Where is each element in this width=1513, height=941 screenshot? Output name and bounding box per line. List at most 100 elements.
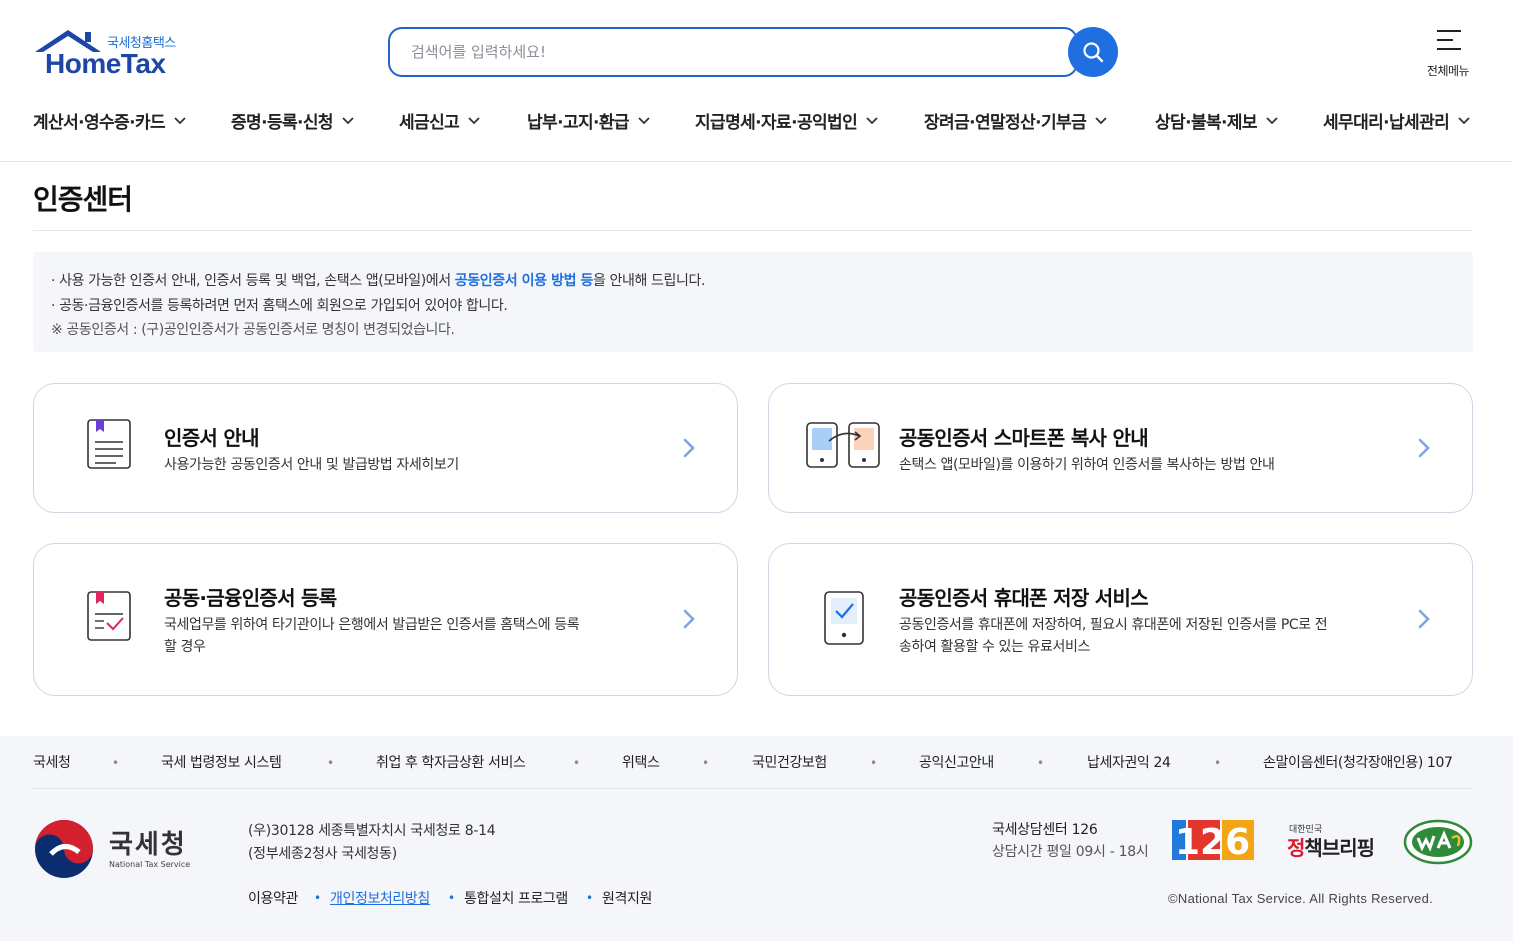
card-title: 공동·금융인증서 등록 bbox=[164, 586, 337, 610]
chevron-down-icon bbox=[1095, 116, 1107, 124]
site-header: 국세청홈택스 HomeTax 전체메뉴 계산서·영수증·카드 증명·등록·신청 … bbox=[0, 0, 1513, 162]
checklist-icon bbox=[87, 591, 131, 641]
all-menu-button[interactable]: 전체메뉴 bbox=[1420, 28, 1476, 80]
nav-label: 지급명세·자료·공익법인 bbox=[695, 113, 858, 133]
nts-english-name: National Tax Service bbox=[109, 860, 191, 869]
nav-item-certificate[interactable]: 증명·등록·신청 bbox=[231, 108, 354, 133]
search-button[interactable] bbox=[1068, 27, 1118, 77]
taegeuk-emblem-icon bbox=[35, 820, 93, 878]
nav-item-payment[interactable]: 납부·고지·환급 bbox=[527, 108, 650, 133]
consult-center-hours: 상담시간 평일 09시 - 18시 bbox=[992, 844, 1149, 860]
nav-label: 세금신고 bbox=[399, 113, 460, 133]
hometax-logo[interactable]: 국세청홈택스 HomeTax bbox=[33, 28, 183, 80]
phone-check-icon bbox=[824, 591, 864, 645]
notice-highlight: 공동인증서 이용 방법 등 bbox=[454, 273, 594, 289]
footer-link-nts[interactable]: 국세청 bbox=[33, 752, 71, 772]
footer-link-student-loan[interactable]: 취업 후 학자금상환 서비스 bbox=[376, 752, 526, 772]
separator-dot: • bbox=[586, 891, 594, 905]
nav-item-tax-report[interactable]: 세금신고 bbox=[399, 108, 480, 133]
nav-label: 장려금·연말정산·기부금 bbox=[924, 113, 1087, 133]
nav-label: 계산서·영수증·카드 bbox=[33, 113, 166, 133]
wa-mark-icon bbox=[1403, 819, 1473, 865]
privacy-policy-link[interactable]: 개인정보처리방침 bbox=[330, 888, 430, 908]
install-program-link[interactable]: 통합설치 프로그램 bbox=[464, 888, 568, 908]
logo-text: HomeTax bbox=[45, 48, 166, 79]
card-title: 공동인증서 휴대폰 저장 서비스 bbox=[899, 586, 1149, 610]
nav-item-statements[interactable]: 지급명세·자료·공익법인 bbox=[695, 108, 878, 133]
address-line-2: (정부세종2청사 국세청동) bbox=[248, 846, 397, 862]
notice-line-1: · 사용 가능한 인증서 안내, 인증서 등록 및 백업, 손택스 앱(모바일)… bbox=[51, 270, 705, 290]
separator-dot: • bbox=[702, 756, 710, 770]
search-icon bbox=[1083, 42, 1104, 63]
policy-briefing-rest: 책브리핑 bbox=[1304, 836, 1375, 860]
policy-briefing-red: 정 bbox=[1287, 836, 1305, 860]
notice-line-2: · 공동·금융인증서를 등록하려면 먼저 홈택스에 회원으로 가입되어 있어야 … bbox=[51, 298, 508, 314]
nav-item-invoice[interactable]: 계산서·영수증·카드 bbox=[33, 108, 186, 133]
footer-link-taxpayer-rights[interactable]: 납세자권익 24 bbox=[1087, 752, 1171, 772]
hamburger-icon bbox=[1437, 30, 1461, 50]
address: (우)30128 세종특별자치시 국세청로 8-14 (정부세종2청사 국세청동… bbox=[248, 820, 496, 866]
chevron-down-icon bbox=[468, 116, 480, 124]
chevron-right-icon bbox=[683, 609, 695, 629]
footer-link-law[interactable]: 국세 법령정보 시스템 bbox=[161, 752, 282, 772]
nav-item-agent[interactable]: 세무대리·납세관리 bbox=[1323, 108, 1470, 133]
footer-link-relay-center[interactable]: 손말이음센터(청각장애인용) 107 bbox=[1263, 752, 1453, 772]
footer-link-nhis[interactable]: 국민건강보험 bbox=[752, 752, 827, 772]
remote-support-link[interactable]: 원격지원 bbox=[602, 888, 652, 908]
policy-briefing-logo[interactable]: 대한민국 정책브리핑 bbox=[1287, 822, 1381, 862]
chevron-right-icon bbox=[683, 438, 695, 458]
separator-dot: • bbox=[1214, 756, 1222, 770]
call-126-logo: 126 bbox=[1172, 818, 1254, 863]
chevron-down-icon bbox=[342, 116, 354, 124]
page-title: 인증센터 bbox=[33, 183, 133, 216]
separator-dot: • bbox=[448, 891, 456, 905]
search-input[interactable] bbox=[390, 29, 1030, 75]
nav-label: 납부·고지·환급 bbox=[527, 113, 630, 133]
footer-divider bbox=[33, 788, 1473, 789]
separator-dot: • bbox=[112, 756, 120, 770]
chevron-down-icon bbox=[866, 116, 878, 124]
search-box bbox=[388, 27, 1078, 77]
separator-dot: • bbox=[1037, 756, 1045, 770]
nav-item-consult[interactable]: 상담·불복·제보 bbox=[1155, 108, 1278, 133]
consult-center: 국세상담센터 126 상담시간 평일 09시 - 18시 bbox=[992, 819, 1149, 863]
nav-item-incentive[interactable]: 장려금·연말정산·기부금 bbox=[924, 108, 1107, 133]
logo-126-icon: 126 bbox=[1172, 820, 1254, 863]
notice-box: · 사용 가능한 인증서 안내, 인증서 등록 및 백업, 손택스 앱(모바일)… bbox=[33, 252, 1473, 352]
card-title: 인증서 안내 bbox=[164, 426, 259, 450]
document-icon bbox=[87, 419, 131, 469]
phone-copy-icon bbox=[806, 422, 880, 468]
address-line-1: (우)30128 세종특별자치시 국세청로 8-14 bbox=[248, 823, 496, 839]
card-description: 손택스 앱(모바일)를 이용하기 위하여 인증서를 복사하는 방법 안내 bbox=[899, 457, 1275, 473]
separator-dot: • bbox=[573, 756, 581, 770]
nav-label: 증명·등록·신청 bbox=[231, 113, 334, 133]
notice-text: · 사용 가능한 인증서 안내, 인증서 등록 및 백업, 손택스 앱(모바일)… bbox=[51, 273, 455, 289]
chevron-down-icon bbox=[638, 116, 650, 124]
site-footer: 국세청 • 국세 법령정보 시스템 • 취업 후 학자금상환 서비스 • 위택스… bbox=[0, 736, 1513, 941]
footer-link-whistleblower[interactable]: 공익신고안내 bbox=[919, 752, 994, 772]
card-register-certificate[interactable]: 공동·금융인증서 등록 국세업무를 위하여 타기관이나 은행에서 발급받은 인증… bbox=[33, 543, 738, 696]
separator-dot: • bbox=[870, 756, 878, 770]
chevron-right-icon bbox=[1418, 609, 1430, 629]
chevron-right-icon bbox=[1418, 438, 1430, 458]
nts-name: 국세청 bbox=[109, 830, 187, 860]
card-smartphone-copy[interactable]: 공동인증서 스마트폰 복사 안내 손택스 앱(모바일)를 이용하기 위하여 인증… bbox=[768, 383, 1473, 513]
chevron-down-icon bbox=[174, 116, 186, 124]
card-description: 사용가능한 공동인증서 안내 및 발급방법 자세히보기 bbox=[164, 457, 459, 473]
card-certificate-guide[interactable]: 인증서 안내 사용가능한 공동인증서 안내 및 발급방법 자세히보기 bbox=[33, 383, 738, 513]
consult-center-title: 국세상담센터 126 bbox=[992, 822, 1098, 838]
card-phone-storage-service[interactable]: 공동인증서 휴대폰 저장 서비스 공동인증서를 휴대폰에 저장하여, 필요시 휴… bbox=[768, 543, 1473, 696]
card-description: 국세업무를 위하여 타기관이나 은행에서 발급받은 인증서를 홈택스에 등록할 … bbox=[164, 617, 580, 655]
wa-certification-mark bbox=[1402, 818, 1474, 866]
notice-text: 을 안내해 드립니다. bbox=[593, 273, 706, 289]
terms-link[interactable]: 이용약관 bbox=[248, 888, 298, 908]
separator-dot: • bbox=[327, 756, 335, 770]
chevron-down-icon bbox=[1266, 116, 1278, 124]
footer-link-wetax[interactable]: 위택스 bbox=[622, 752, 660, 772]
nts-logo: 국세청 National Tax Service bbox=[33, 818, 193, 880]
copyright: ©National Tax Service. All Rights Reserv… bbox=[1168, 891, 1434, 906]
card-title: 공동인증서 스마트폰 복사 안내 bbox=[899, 426, 1149, 450]
separator-dot: • bbox=[314, 891, 322, 905]
card-description: 공동인증서를 휴대폰에 저장하여, 필요시 휴대폰에 저장된 인증서를 PC로 … bbox=[899, 617, 1328, 655]
nav-label: 상담·불복·제보 bbox=[1155, 113, 1258, 133]
